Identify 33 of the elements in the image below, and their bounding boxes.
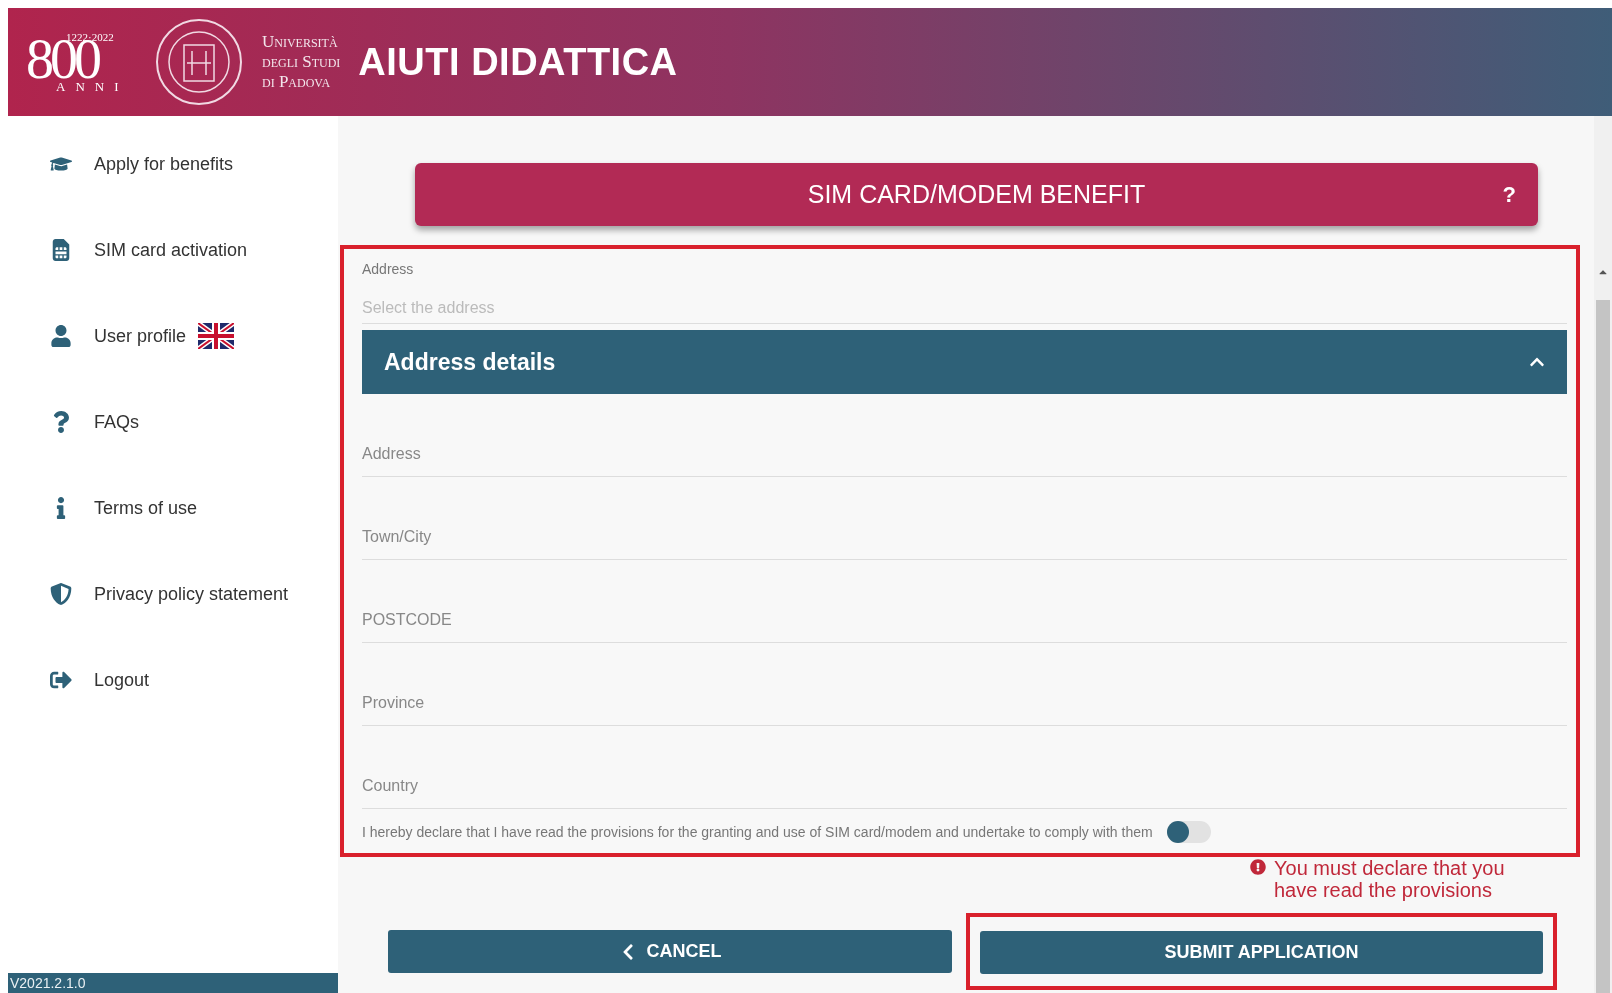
logout-icon <box>50 669 72 691</box>
page-title: SIM CARD/MODEM BENEFIT <box>807 180 1146 209</box>
university-name: Università degli Studi di Padova <box>262 32 341 92</box>
accordion-header[interactable]: Address details <box>362 330 1567 394</box>
submit-button[interactable]: SUBMIT APPLICATION <box>980 931 1543 974</box>
input-field[interactable]: POSTCODE <box>362 560 1567 643</box>
sim-card-icon <box>50 239 72 261</box>
sidebar-item[interactable]: Privacy policy statement <box>8 568 338 654</box>
sidebar-item[interactable]: Terms of use <box>8 482 338 568</box>
version-label: V2021.2.1.0 <box>8 973 338 993</box>
sidebar-item[interactable]: Apply for benefits <box>8 138 338 224</box>
app-title: AIUTI DIDATTICA <box>358 40 678 84</box>
sidebar-item[interactable]: SIM card activation <box>8 224 338 310</box>
input-field[interactable]: Address <box>362 394 1567 477</box>
sidebar-item[interactable]: FAQs <box>8 396 338 482</box>
input-field[interactable]: Town/City <box>362 477 1567 560</box>
user-icon <box>50 325 72 347</box>
field-label: Address <box>362 261 415 277</box>
toggle-switch[interactable] <box>1166 821 1211 843</box>
error-icon <box>1250 859 1266 875</box>
address-select[interactable]: Select the address <box>362 299 1567 317</box>
input-field[interactable]: Country <box>362 726 1567 809</box>
help-button[interactable]: ? <box>1502 181 1516 208</box>
sidebar-item[interactable]: Logout <box>8 654 338 740</box>
seal-icon <box>154 17 244 107</box>
cancel-button[interactable]: CANCEL <box>388 930 952 973</box>
declaration-text: I hereby declare that I have read the provisions for the granting and use of SIM card/modem and undertake to comply with them <box>362 824 1153 840</box>
flag-icon[interactable] <box>198 323 235 349</box>
error-message: You must declare that you have read the provisions <box>1274 857 1506 903</box>
accordion-title: Address details <box>384 348 556 376</box>
sidebar-item[interactable]: User profile <box>8 310 338 396</box>
input-field[interactable]: Province <box>362 643 1567 726</box>
shield-icon <box>50 583 72 605</box>
